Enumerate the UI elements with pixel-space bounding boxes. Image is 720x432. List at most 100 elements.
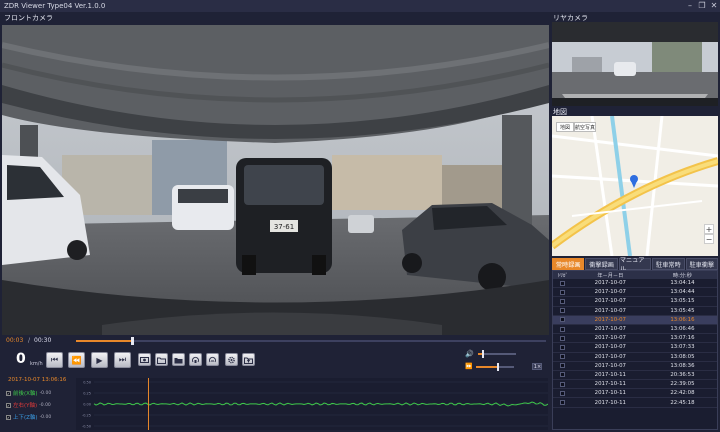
table-row[interactable]: 2017-10-07 13:08:05 — [553, 353, 717, 362]
volume-control: 🔊 — [465, 350, 516, 358]
y-tick-label: 0.00 — [83, 403, 91, 407]
row-trigger[interactable] — [553, 326, 573, 332]
zoom-in-icon[interactable]: + — [704, 224, 714, 234]
tab-manual[interactable]: マニュアル — [618, 257, 652, 273]
open-folder-button[interactable] — [172, 353, 185, 366]
table-row[interactable]: 2017-10-07 13:06:46 — [553, 325, 717, 335]
recording-list: ﾄﾘｶﾞ 年－月－日 時:分:秒 2017-10-07 13:04:14 2017-… — [552, 270, 718, 430]
legend-y-checkbox[interactable]: ✓ — [6, 402, 11, 408]
play-button[interactable]: ▶ — [91, 352, 108, 368]
header-trigger: ﾄﾘｶﾞ — [557, 272, 569, 279]
row-date: 2017-10-07 — [594, 326, 626, 333]
map-tab-map[interactable]: 地図 — [556, 122, 574, 132]
tab-impact[interactable]: 衝撃録画 — [585, 258, 618, 270]
row-trigger[interactable] — [553, 280, 573, 286]
trigger-checkbox[interactable] — [560, 298, 566, 304]
table-row[interactable]: 2017-10-07 13:07:33 — [553, 343, 717, 353]
trigger-checkbox[interactable] — [560, 363, 566, 369]
trigger-checkbox[interactable] — [560, 372, 566, 378]
row-trigger[interactable] — [553, 317, 573, 323]
legend-x-value: -0.00 — [39, 390, 52, 396]
trigger-checkbox[interactable] — [560, 390, 566, 396]
volume-handle[interactable] — [482, 350, 485, 358]
row-trigger[interactable] — [553, 308, 573, 314]
table-row[interactable]: 2017-10-07 13:04:44 — [553, 288, 717, 298]
tab-continuous[interactable]: 常時録画 — [552, 258, 585, 270]
trigger-checkbox[interactable] — [560, 289, 566, 295]
legend-z-checkbox[interactable]: ✓ — [6, 414, 11, 420]
legend-x-axis[interactable]: ✓ 前後(X軸) -0.00 — [6, 389, 51, 397]
trigger-checkbox[interactable] — [560, 335, 566, 341]
table-row[interactable]: 2017-10-07 13:06:16 — [553, 315, 717, 325]
row-trigger[interactable] — [553, 400, 573, 406]
rear-camera-view[interactable] — [552, 22, 718, 106]
table-row[interactable]: 2017-10-07 13:07:16 — [553, 334, 717, 344]
rotate-button[interactable] — [189, 353, 202, 366]
legend-y-axis[interactable]: ✓ 左右(Y軸) -0.00 — [6, 401, 51, 409]
trigger-checkbox[interactable] — [560, 381, 566, 387]
row-trigger[interactable] — [553, 298, 573, 304]
row-date: 2017-10-07 — [594, 353, 626, 360]
table-row[interactable]: 2017-10-07 13:05:15 — [553, 297, 717, 307]
table-row[interactable]: 2017-10-07 13:04:14 — [553, 279, 717, 289]
row-trigger[interactable] — [553, 363, 573, 369]
map-view[interactable]: 地図 航空写真 + − — [552, 116, 718, 256]
playback-timeline[interactable] — [76, 337, 546, 345]
next-file-button[interactable]: ⏭ — [114, 352, 131, 368]
trigger-checkbox[interactable] — [560, 344, 566, 350]
trigger-checkbox[interactable] — [560, 308, 566, 314]
tab-parking-impact[interactable]: 駐車衝撃 — [685, 258, 719, 270]
row-trigger[interactable] — [553, 335, 573, 341]
trigger-checkbox[interactable] — [560, 317, 566, 323]
row-time: 13:06:46 — [670, 326, 695, 333]
timeline-handle[interactable] — [131, 337, 135, 345]
table-row[interactable]: 2017-10-11 20:36:53 — [553, 371, 717, 381]
row-time: 20:36:53 — [670, 371, 695, 378]
table-row[interactable]: 2017-10-11 22:45:18 — [553, 398, 717, 408]
table-row[interactable]: 2017-10-07 13:08:36 — [553, 362, 717, 371]
rate-slider[interactable] — [476, 362, 515, 371]
step-back-button[interactable]: ⏪ — [68, 352, 85, 368]
prev-file-button[interactable]: ⏮ — [46, 352, 63, 368]
settings-button[interactable] — [225, 353, 238, 366]
map-tab-satellite[interactable]: 航空写真 — [574, 122, 596, 132]
tab-parking-continuous[interactable]: 駐車常時 — [652, 258, 685, 270]
row-trigger[interactable] — [553, 390, 573, 396]
restore-icon[interactable]: ❐ — [698, 0, 706, 12]
legend-x-checkbox[interactable]: ✓ — [6, 390, 11, 396]
row-trigger[interactable] — [553, 289, 573, 295]
flip-button[interactable] — [206, 353, 219, 366]
row-trigger[interactable] — [553, 354, 573, 360]
minimize-icon[interactable]: – — [686, 0, 694, 12]
table-row[interactable]: 2017-10-11 22:39:05 — [553, 380, 717, 390]
row-time: 13:08:05 — [670, 353, 695, 360]
trigger-checkbox[interactable] — [560, 280, 566, 286]
table-row[interactable]: 2017-10-11 22:42:08 — [553, 389, 717, 399]
map-canvas — [552, 116, 718, 256]
zoom-out-icon[interactable]: − — [704, 234, 714, 244]
legend-y-value: -0.00 — [39, 402, 51, 408]
save-button[interactable] — [155, 353, 168, 366]
legend-z-axis[interactable]: ✓ 上下(Z軸) -0.00 — [6, 413, 51, 421]
row-trigger[interactable] — [553, 372, 573, 378]
export-button[interactable] — [242, 353, 255, 366]
front-camera-view[interactable]: 37-61 — [2, 25, 549, 335]
trigger-checkbox[interactable] — [560, 354, 566, 360]
volume-slider[interactable] — [477, 350, 516, 358]
row-date: 2017-10-07 — [594, 307, 626, 314]
g-sensor-graph[interactable]: 0.50 0.25 0.00 -0.25 -0.50 — [76, 378, 549, 430]
trigger-checkbox[interactable] — [560, 326, 566, 332]
title-bar: ZDR Viewer Type04 Ver.1.0.0 – ❐ ✕ — [0, 0, 720, 12]
rewind-icon: ⏪ — [71, 355, 82, 365]
table-row[interactable]: 2017-10-07 13:05:45 — [553, 307, 717, 316]
close-icon[interactable]: ✕ — [710, 0, 718, 12]
row-trigger[interactable] — [553, 344, 573, 350]
rate-handle[interactable] — [497, 362, 500, 371]
row-date: 2017-10-11 — [594, 381, 626, 388]
total-time: 00:30 — [34, 337, 52, 344]
row-trigger[interactable] — [553, 381, 573, 387]
trigger-checkbox[interactable] — [560, 400, 566, 406]
snapshot-button[interactable] — [138, 353, 151, 366]
g-sensor-plot: 0.50 0.25 0.00 -0.25 -0.50 — [82, 378, 549, 430]
row-time: 22:42:08 — [670, 390, 695, 397]
